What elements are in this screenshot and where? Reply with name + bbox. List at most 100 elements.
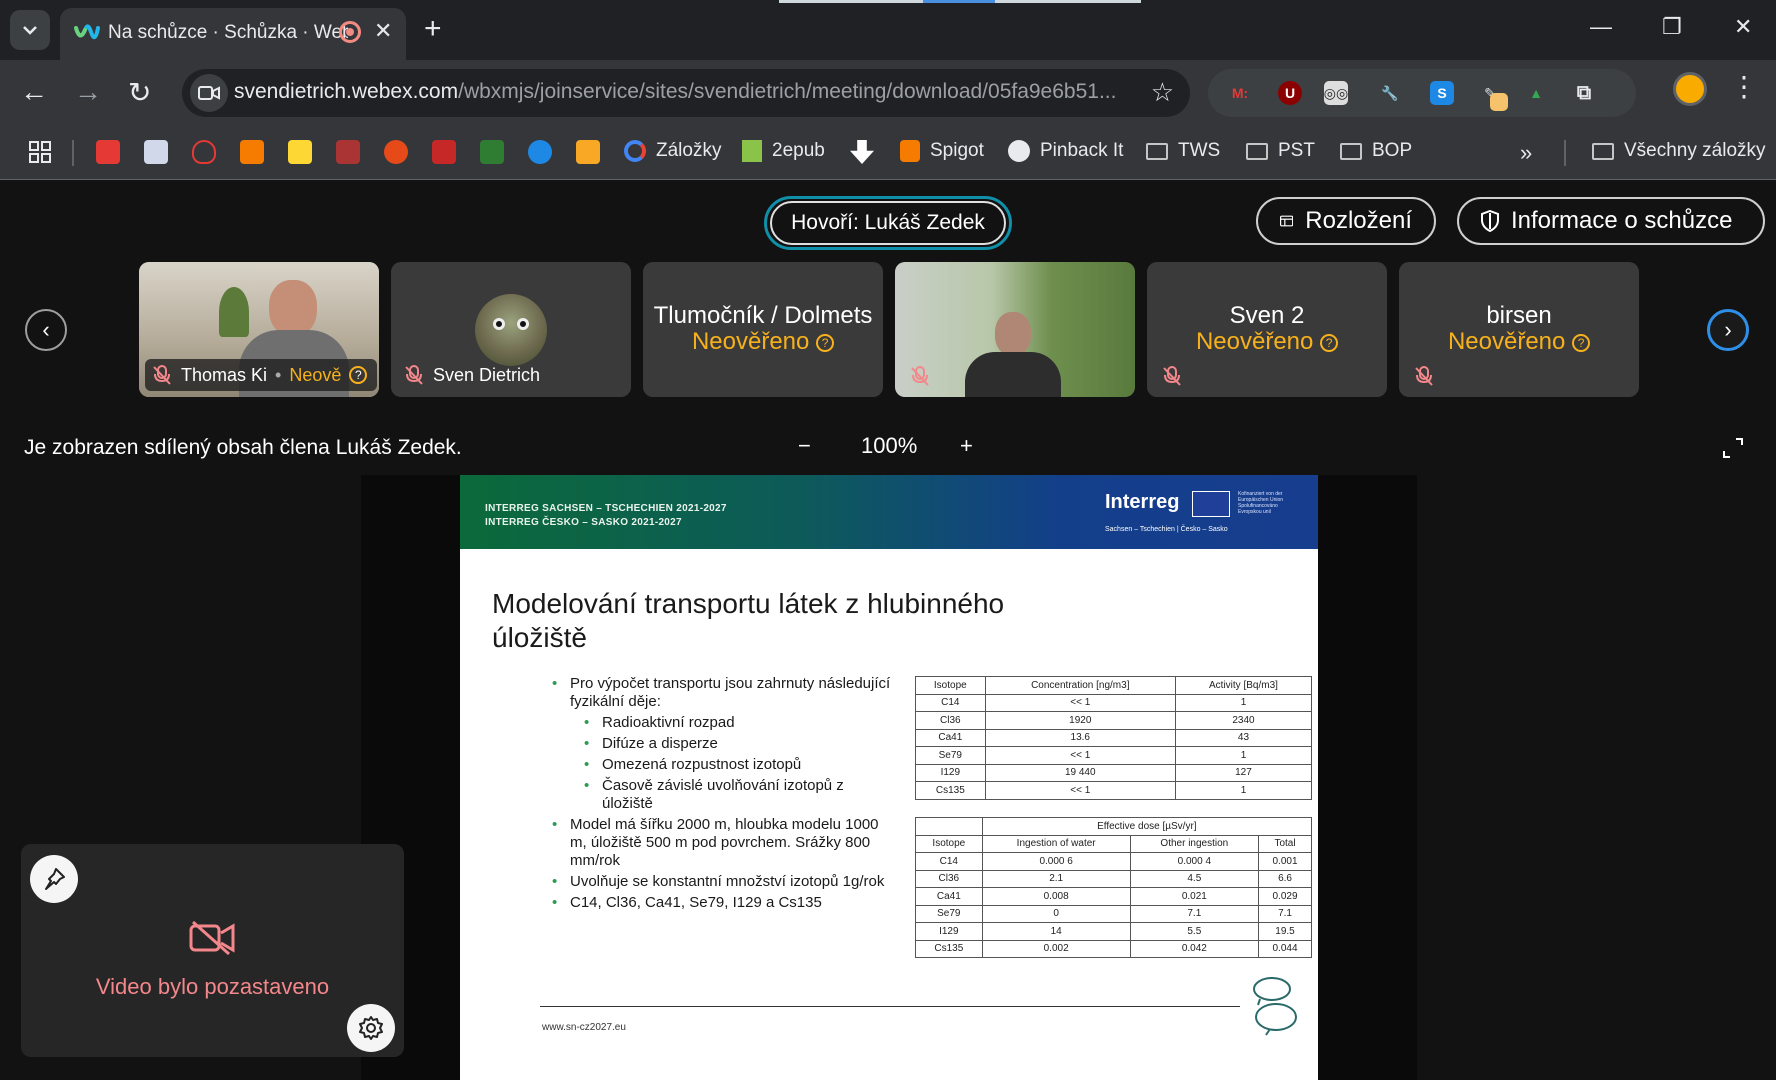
extension-s-icon[interactable]: S (1430, 81, 1454, 105)
extension-glasses-icon[interactable]: ◎◎ (1324, 81, 1348, 105)
folder-icon (1146, 142, 1168, 160)
active-tab[interactable]: Na schůzce · Schůzka · Webex ✕ (60, 8, 406, 60)
browser-toolbar: ← → ↻ svendietrich.webex.com/wbxmjs/join… (0, 60, 1776, 126)
table-row: I129 19 440 127 (915, 763, 1313, 782)
unverified-help-icon[interactable]: ? (1572, 333, 1591, 352)
bookmark-2epub[interactable]: 2epub (742, 140, 825, 162)
participant-tile-sven-2[interactable]: Sven 2 Neověřeno ? (1147, 262, 1387, 397)
folder-icon (1592, 142, 1614, 160)
table-row: Se79 << 11 (915, 746, 1313, 765)
self-view-panel: Video bylo pozastaveno (21, 844, 404, 1057)
url-text: svendietrich.webex.com/wbxmjs/joinservic… (234, 80, 1117, 103)
bookmarks-bar: Záložky 2epub Spigot Pinback It TWS PST … (0, 126, 1776, 180)
bookmark-shield-icon[interactable] (192, 140, 216, 164)
bookmarks-overflow-button[interactable]: » (1520, 140, 1532, 166)
reload-icon[interactable]: ↻ (128, 76, 151, 109)
share-info-text: Je zobrazen sdílený obsah člena Lukáš Ze… (24, 436, 462, 459)
bookmark-tree-icon[interactable] (480, 140, 504, 164)
restore-icon[interactable]: ❐ (1662, 14, 1682, 40)
unverified-help-icon[interactable]: ? (1320, 333, 1339, 352)
participant-tile-birsen[interactable]: birsen Neověřeno ? (1399, 262, 1639, 397)
table-header: Ingestion of water (981, 834, 1131, 853)
bookmark-chat-icon[interactable] (528, 140, 552, 164)
site-info-icon[interactable] (190, 74, 228, 112)
menu-kebab-icon[interactable]: ⋮ (1730, 70, 1758, 103)
address-bar[interactable]: svendietrich.webex.com/wbxmjs/joinservic… (182, 69, 1190, 117)
table-row: C14 << 11 (915, 693, 1313, 712)
bookmark-circle-icon[interactable] (384, 140, 408, 164)
bookmark-orange-icon[interactable] (240, 140, 264, 164)
strip-next-button[interactable]: › (1707, 309, 1749, 351)
zoom-in-button[interactable]: + (960, 433, 973, 459)
slide-bullets: Pro výpočet transportu jsou zahrnuty nás… (552, 675, 892, 915)
unverified-help-icon[interactable]: ? (816, 333, 835, 352)
bookmark-chart-icon[interactable] (432, 140, 456, 164)
participant-tile-sven-dietrich[interactable]: Sven Dietrich (391, 262, 631, 397)
close-window-icon[interactable]: ✕ (1734, 14, 1752, 40)
bookmark-sis-icon[interactable] (288, 140, 312, 164)
webex-icon (74, 24, 100, 40)
video-paused-text: Video bylo pozastaveno (95, 974, 330, 999)
bookmark-m-icon[interactable] (96, 140, 120, 164)
bookmark-folder-tws[interactable]: TWS (1146, 140, 1220, 162)
ublock-icon[interactable]: U (1278, 81, 1302, 105)
bookmark-zalozky[interactable]: Záložky (624, 140, 721, 162)
participant-label: Sven Dietrich (397, 359, 550, 391)
back-icon[interactable]: ← (20, 76, 48, 108)
bookmark-star-icon[interactable]: ☆ (1151, 77, 1174, 108)
zoom-level: 100% (861, 433, 918, 458)
bookmark-download[interactable] (850, 140, 874, 164)
bookmark-phi-icon[interactable] (576, 140, 600, 164)
shared-slide: INTERREG SACHSEN – TSCHECHIEN 2021-2027 … (460, 475, 1318, 1080)
pin-button[interactable] (30, 855, 78, 903)
mic-muted-icon (405, 365, 423, 385)
zoom-out-button[interactable]: − (798, 433, 811, 459)
profile-avatar[interactable] (1673, 72, 1707, 106)
chevron-left-icon: ‹ (42, 317, 50, 342)
video-camera-icon (198, 86, 220, 100)
bullet-item: C14, Cl36, Ca41, Se79, I129 a Cs135 (552, 894, 892, 912)
extension-tools-icon[interactable]: 🔧 (1378, 81, 1402, 105)
sub-bullet-item: Difúze a disperze (584, 735, 892, 753)
slide-title: Modelování transportu látek z hlubinného… (492, 588, 1005, 653)
bookmark-folder-bop[interactable]: BOP (1340, 140, 1412, 162)
dot-separator: • (275, 364, 282, 385)
new-tab-button[interactable]: + (424, 12, 442, 46)
participant-tile-interpreter[interactable]: Tlumočník / Dolmets Neověřeno ? (643, 262, 883, 397)
bullet-item: Model má šířku 2000 m, hloubka modelu 10… (552, 816, 892, 870)
spigot-icon (900, 140, 920, 162)
strip-prev-button[interactable]: ‹ (25, 309, 67, 351)
bookmark-spigot[interactable]: Spigot (900, 140, 984, 162)
minimize-icon[interactable]: — (1590, 14, 1612, 40)
apps-grid-icon[interactable] (28, 140, 52, 164)
participant-tile-thomas[interactable]: Thomas Ki • Neově ? (139, 262, 379, 397)
meeting-area: Hovoří: Lukáš Zedek Rozložení Informace … (0, 181, 1776, 1080)
participant-status: Neověřeno ? (643, 328, 883, 356)
unverified-help-icon[interactable]: ? (349, 366, 368, 384)
forward-icon[interactable]: → (74, 76, 102, 108)
person-head (995, 312, 1031, 356)
bullet-item: Uvolňuje se konstantní množství izotopů … (552, 873, 892, 891)
extensions-puzzle-icon[interactable]: ⧉ (1572, 81, 1596, 105)
extension-m-icon[interactable]: M: (1228, 81, 1252, 105)
progress-segment (779, 0, 923, 3)
video-settings-button[interactable] (347, 1004, 395, 1052)
sub-bullets: Radioaktivní rozpad Difúze a disperze Om… (584, 714, 892, 813)
program-subtitle: Sachsen – Tschechien | Česko – Sasko (1105, 526, 1228, 533)
mic-muted-icon (1161, 365, 1183, 387)
layout-button[interactable]: Rozložení (1256, 197, 1436, 245)
fullscreen-icon[interactable] (1722, 437, 1744, 459)
participant-tile-video[interactable] (895, 262, 1135, 397)
bookmark-red-icon[interactable] (336, 140, 360, 164)
extension-green-icon[interactable]: ▲ (1524, 81, 1548, 105)
meeting-info-button[interactable]: Informace o schůzce (1457, 197, 1765, 245)
tab-search-button[interactable] (10, 10, 50, 50)
bookmark-pinback[interactable]: Pinback It (1008, 140, 1123, 162)
all-bookmarks-folder[interactable]: Všechny záložky (1592, 140, 1766, 162)
bullet-item: Pro výpočet transportu jsou zahrnuty nás… (552, 675, 892, 813)
mic-muted-icon (153, 365, 171, 385)
bookmark-folder-pst[interactable]: PST (1246, 140, 1315, 162)
close-tab-icon[interactable]: ✕ (374, 18, 392, 44)
bookmark-ff-icon[interactable] (144, 140, 168, 164)
footer-url: www.sn-cz2027.eu (542, 1022, 626, 1033)
